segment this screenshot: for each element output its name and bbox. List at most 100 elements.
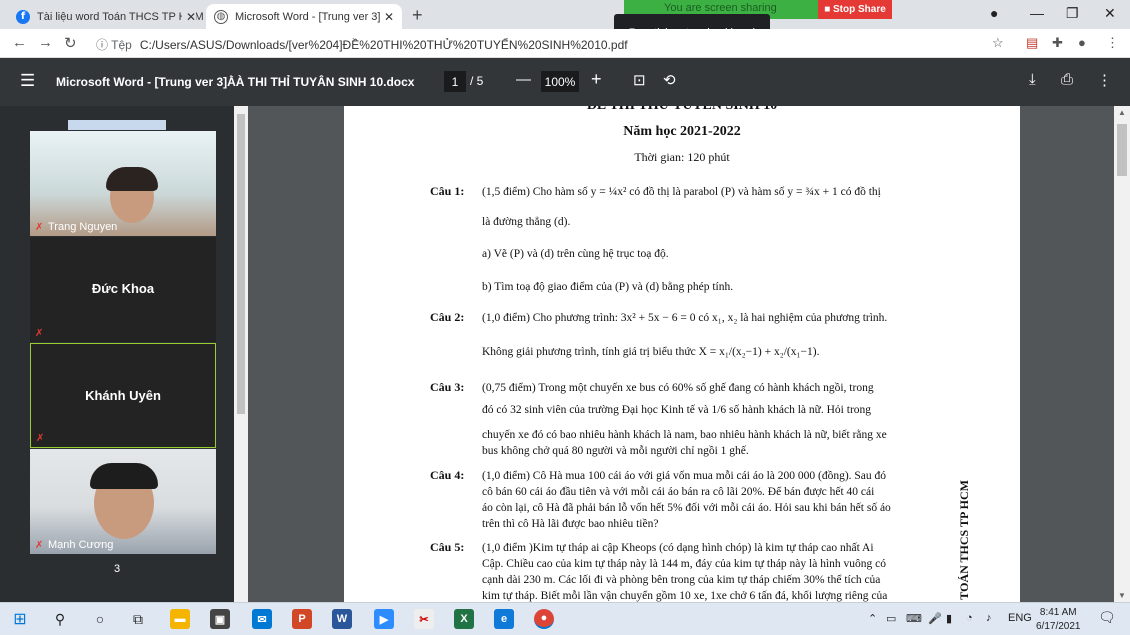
- windows-taskbar: ⊞ ⚲ ○ ⧉ ▬ ▣ ✉ P W ▶ ✂ X e ● ⌃ ▭ ⌨ 🎤 ▮ ◔ …: [0, 602, 1130, 635]
- print-icon[interactable]: ⎙: [1061, 71, 1073, 88]
- browser-menu-icon[interactable]: ⋮: [1106, 35, 1119, 51]
- minimize-icon[interactable]: —: [1030, 5, 1044, 21]
- battery-icon[interactable]: ▮: [946, 612, 952, 625]
- meet-now-icon[interactable]: ⌨: [906, 612, 922, 625]
- scroll-down-icon[interactable]: ▼: [1118, 591, 1126, 600]
- globe-icon: ◍: [214, 9, 228, 24]
- zoom-icon[interactable]: ▶: [374, 609, 394, 629]
- question-label: Câu 2:: [430, 310, 465, 324]
- question-line: cạnh dài 230 m. Các lối đi và phòng bên …: [482, 574, 881, 586]
- extension-icon[interactable]: ▤: [1026, 35, 1038, 51]
- exam-duration: Thời gian: 120 phút: [634, 150, 730, 164]
- question-line: là đường thẳng (d).: [482, 216, 571, 228]
- participant-name: Khánh Uyên: [85, 388, 161, 403]
- edge-icon[interactable]: e: [494, 609, 514, 629]
- scrollbar-thumb[interactable]: [237, 114, 245, 414]
- start-menu-icon[interactable]: ⊞: [8, 608, 32, 630]
- profile-icon[interactable]: ●: [990, 5, 998, 21]
- url-field[interactable]: ⓘ Tệp C:/Users/ASUS/Downloads/[ver%204]ĐỀ…: [96, 36, 628, 53]
- search-icon[interactable]: ⚲: [48, 608, 72, 630]
- new-tab-icon[interactable]: +: [412, 5, 423, 26]
- page-side-watermark: TOÁN THCS TP HCM: [957, 480, 971, 600]
- scrollbar-thumb[interactable]: [1117, 124, 1127, 176]
- participant-video-tile[interactable]: ✗ Trang Nguyen: [30, 131, 216, 236]
- close-window-icon[interactable]: ✕: [1104, 5, 1116, 22]
- task-view-icon[interactable]: ⧉: [126, 608, 150, 630]
- question-label: Câu 1:: [430, 184, 465, 198]
- close-icon[interactable]: ✕: [379, 9, 394, 24]
- more-options-icon[interactable]: ⋮: [1097, 71, 1112, 89]
- school-year: Năm học 2021-2022: [623, 124, 741, 139]
- tab-pdf[interactable]: ◍ Microsoft Word - [Trung ver 3] Ầ ✕: [206, 4, 402, 29]
- question-line: a) Vẽ (P) và (d) trên cùng hệ trục toạ đ…: [482, 248, 669, 260]
- question-line: (0,75 điểm) Trong một chuyến xe bus có 6…: [482, 382, 874, 394]
- notifications-icon[interactable]: 🗨: [1098, 609, 1116, 626]
- pdf-toolbar: ☰ Microsoft Word - [Trung ver 3]ẰÀ THI T…: [0, 58, 1130, 106]
- volume-icon[interactable]: ♪: [986, 612, 992, 624]
- pdf-page: ĐỀ THI THỬ TUYỂN SINH 10 Năm học 2021-20…: [344, 106, 1020, 602]
- tab-facebook[interactable]: f Tài liệu word Toán THCS TP HCM ✕: [8, 4, 204, 29]
- sidebar-scrollbar[interactable]: [234, 106, 248, 602]
- zoom-in-icon[interactable]: +: [591, 69, 602, 90]
- download-icon[interactable]: ⤓: [1029, 71, 1036, 88]
- store-icon[interactable]: ▣: [210, 609, 230, 629]
- browser-tab-strip: f Tài liệu word Toán THCS TP HCM ✕ ◍ Mic…: [0, 0, 1130, 29]
- chrome-icon[interactable]: ●: [534, 609, 554, 629]
- scroll-up-icon[interactable]: ▲: [1118, 108, 1126, 117]
- back-icon[interactable]: ←: [12, 34, 27, 51]
- question-label: Câu 5:: [430, 540, 465, 554]
- participant-video-tile[interactable]: ✗ Mạnh Cương: [30, 449, 216, 554]
- muted-mic-icon: ✗: [35, 540, 44, 551]
- hamburger-menu-icon[interactable]: ☰: [20, 71, 35, 91]
- fit-page-icon[interactable]: ⊡: [633, 71, 646, 89]
- gallery-page-number: 3: [114, 563, 121, 575]
- gallery-tab-indicator: [68, 120, 166, 130]
- question-line: cô bán 60 cái áo đầu tiên và với mỗi cái…: [482, 486, 875, 498]
- question-line: kim tự tháp. Biết mỗi lần vận chuyển gồm…: [482, 590, 888, 602]
- question-line: bus không chở quá 80 người và mỗi người …: [482, 445, 749, 457]
- powerpoint-icon[interactable]: P: [292, 609, 312, 629]
- wifi-icon[interactable]: ◔: [966, 612, 973, 624]
- avatar[interactable]: ●: [1078, 35, 1086, 50]
- facebook-icon: f: [16, 9, 30, 24]
- pdf-title: Microsoft Word - [Trung ver 3]ẰÀ THI THỈ…: [56, 75, 415, 89]
- rotate-icon[interactable]: ⟲: [663, 71, 676, 89]
- restore-icon[interactable]: ❐: [1066, 5, 1079, 22]
- system-clock[interactable]: 8:41 AM 6/17/2021: [1036, 606, 1081, 634]
- question-line: trên thì cô Hà lãi được bao nhiêu tiền?: [482, 518, 659, 530]
- word-icon[interactable]: W: [332, 609, 352, 629]
- file-explorer-icon[interactable]: ▬: [170, 609, 190, 629]
- network-status-icon[interactable]: ▭: [886, 612, 896, 625]
- question-line: (1,0 điểm) Cô Hà mua 100 cái áo với giá …: [482, 470, 887, 482]
- mail-icon[interactable]: ✉: [252, 609, 272, 629]
- exam-heading: ĐỀ THI THỬ TUYỂN SINH 10: [344, 106, 1020, 114]
- question-line: áo còn lại, cô Hà đã phải bán lỗ vốn hết…: [482, 502, 891, 514]
- pdf-viewer[interactable]: ĐỀ THI THỬ TUYỂN SINH 10 Năm học 2021-20…: [248, 106, 1114, 602]
- participant-name: Trang Nguyen: [48, 221, 118, 233]
- viewer-scrollbar[interactable]: ▲ ▼: [1114, 106, 1130, 602]
- snipping-tool-icon[interactable]: ✂: [414, 609, 434, 629]
- cortana-icon[interactable]: ○: [88, 608, 112, 630]
- close-icon[interactable]: ✕: [181, 9, 196, 24]
- bookmark-star-icon[interactable]: ☆: [992, 35, 1004, 51]
- forward-icon[interactable]: →: [38, 34, 53, 51]
- participant-tile-active-speaker[interactable]: Khánh Uyên ✗: [30, 343, 216, 448]
- info-icon[interactable]: ⓘ Tệp: [96, 38, 132, 52]
- excel-icon[interactable]: X: [454, 609, 474, 629]
- participant-tile[interactable]: Đức Khoa ✗: [30, 237, 216, 342]
- muted-mic-icon: ✗: [35, 222, 44, 233]
- extensions-puzzle-icon[interactable]: ✚: [1052, 35, 1063, 51]
- language-indicator[interactable]: ENG: [1008, 612, 1032, 624]
- share-status: You are screen sharing: [664, 2, 777, 14]
- stop-share-button[interactable]: ■ Stop Share: [818, 0, 892, 19]
- zoom-input[interactable]: 100%: [541, 71, 579, 92]
- question-line: b) Tìm toạ độ giao điểm của (P) và (d) b…: [482, 281, 734, 293]
- question-label: Câu 4:: [430, 468, 465, 482]
- page-number-input[interactable]: 1: [444, 71, 466, 92]
- zoom-out-icon[interactable]: —: [516, 71, 531, 88]
- question-line: Không giải phương trình, tính giá trị bi…: [482, 346, 820, 358]
- reload-icon[interactable]: ↻: [64, 34, 77, 52]
- tray-expand-icon[interactable]: ⌃: [868, 612, 877, 625]
- microphone-icon[interactable]: 🎤: [928, 612, 942, 625]
- question-line: Cập. Chiều cao của kim tự tháp này là 14…: [482, 558, 887, 570]
